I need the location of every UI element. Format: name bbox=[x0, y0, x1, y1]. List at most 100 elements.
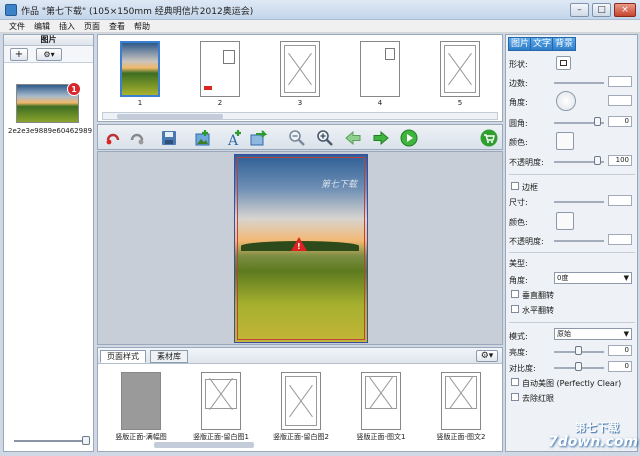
menu-edit[interactable]: 编辑 bbox=[34, 21, 50, 32]
round-input[interactable]: 0 bbox=[608, 116, 632, 127]
materials-scrollbar[interactable] bbox=[154, 442, 254, 448]
border-color-swatch[interactable] bbox=[556, 212, 574, 230]
color-label: 颜色: bbox=[509, 138, 528, 147]
replace-icon[interactable] bbox=[250, 129, 268, 147]
image-panel-toolbar: + ⚙▾ bbox=[4, 46, 93, 63]
red-eye-checkbox[interactable] bbox=[511, 393, 519, 401]
tab-background[interactable]: 背景 bbox=[552, 37, 577, 51]
page-strip: 1 2 3 4 5 bbox=[97, 34, 503, 122]
page-number: 4 bbox=[377, 99, 383, 107]
page-strip-scroll-thumb[interactable] bbox=[117, 114, 223, 119]
contrast-label: 对比度: bbox=[509, 364, 536, 373]
sides-slider[interactable] bbox=[554, 82, 604, 84]
page-thumb-2[interactable] bbox=[200, 41, 240, 97]
effect-label: 美型: bbox=[509, 259, 528, 268]
materials-gear-icon[interactable]: ⚙▾ bbox=[476, 350, 498, 362]
page-thumb-4[interactable] bbox=[360, 41, 400, 97]
page-number: 5 bbox=[457, 99, 463, 107]
menu-view[interactable]: 查看 bbox=[109, 21, 125, 32]
undo-icon[interactable] bbox=[104, 129, 122, 147]
postcard-page[interactable]: 第七下载 ! bbox=[234, 154, 368, 343]
mode-dropdown[interactable]: 原始 ▼ bbox=[554, 328, 632, 340]
menu-insert[interactable]: 插入 bbox=[59, 21, 75, 32]
main-toolbar: A bbox=[97, 124, 503, 150]
auto-beautify-label: 自动美图 (Perfectly Clear) bbox=[522, 379, 622, 388]
flip-vertical-checkbox[interactable] bbox=[511, 290, 519, 298]
angle-dial[interactable] bbox=[556, 91, 576, 111]
style-full-image[interactable] bbox=[121, 372, 161, 430]
minimize-button[interactable]: – bbox=[570, 3, 589, 17]
next-icon[interactable] bbox=[372, 129, 390, 147]
thumbnail-size-slider[interactable] bbox=[14, 440, 86, 442]
menu-help[interactable]: 帮助 bbox=[134, 21, 150, 32]
maximize-button[interactable]: □ bbox=[592, 3, 611, 17]
flip-horizontal-checkbox[interactable] bbox=[511, 305, 519, 313]
round-knob[interactable] bbox=[594, 117, 601, 126]
menu-file[interactable]: 文件 bbox=[9, 21, 25, 32]
image-filename: 2e2e3e9889e604629897... bbox=[8, 127, 92, 135]
zoom-out-icon[interactable] bbox=[288, 129, 306, 147]
round-label: 圆角: bbox=[509, 119, 528, 128]
add-image-button[interactable]: + bbox=[10, 48, 28, 61]
tab-text[interactable]: 文字 bbox=[530, 37, 555, 51]
border-checkbox[interactable] bbox=[511, 182, 519, 190]
properties-panel: 图片 文字 背景 形状: 边数: 角度: 圆角: 0 颜色: 不透明度: 100… bbox=[505, 34, 638, 452]
opacity-knob[interactable] bbox=[594, 156, 601, 165]
tab-material-library[interactable]: 素材库 bbox=[150, 350, 188, 363]
divider bbox=[509, 322, 635, 323]
flip-vertical-label: 垂直翻转 bbox=[522, 291, 554, 300]
brightness-label: 亮度: bbox=[509, 348, 528, 357]
style-margin-2[interactable] bbox=[281, 372, 321, 430]
page-thumb-1[interactable] bbox=[120, 41, 160, 97]
play-icon[interactable] bbox=[400, 129, 418, 147]
page-thumb-3[interactable] bbox=[280, 41, 320, 97]
brand-logo-text: 第七下载 bbox=[575, 421, 619, 434]
tab-image[interactable]: 图片 bbox=[508, 37, 533, 51]
thumbnail-size-knob[interactable] bbox=[82, 436, 90, 445]
prev-icon[interactable] bbox=[344, 129, 362, 147]
brightness-input[interactable]: 0 bbox=[608, 345, 632, 356]
menu-page[interactable]: 页面 bbox=[84, 21, 100, 32]
page-number: 1 bbox=[137, 99, 143, 107]
border-opacity-input[interactable] bbox=[608, 234, 632, 245]
style-label: 竖版正面-留白图1 bbox=[193, 433, 249, 441]
style-margin-1[interactable] bbox=[201, 372, 241, 430]
style-label: 竖版正面-图文2 bbox=[436, 433, 486, 441]
border-opacity-slider[interactable] bbox=[554, 240, 604, 242]
save-icon[interactable] bbox=[160, 129, 178, 147]
sides-input[interactable] bbox=[608, 76, 632, 87]
add-image-icon[interactable] bbox=[194, 129, 212, 147]
auto-beautify-checkbox[interactable] bbox=[511, 378, 519, 386]
shape-square-button[interactable] bbox=[556, 56, 571, 70]
style-text-2[interactable] bbox=[441, 372, 481, 430]
page-number: 3 bbox=[297, 99, 303, 107]
angle-input[interactable] bbox=[608, 95, 632, 106]
contrast-knob[interactable] bbox=[575, 362, 582, 371]
zoom-in-icon[interactable] bbox=[316, 129, 334, 147]
style-text-1[interactable] bbox=[361, 372, 401, 430]
border-size-input[interactable] bbox=[608, 195, 632, 206]
close-button[interactable]: × bbox=[614, 3, 636, 17]
image-panel: 图片 + ⚙▾ 1 2e2e3e9889e604629897... bbox=[3, 34, 94, 452]
border-size-slider[interactable] bbox=[554, 201, 604, 203]
rotate-dropdown[interactable]: 0度 ▼ bbox=[554, 272, 632, 284]
rotate-value: 0度 bbox=[557, 274, 569, 282]
image-options-button[interactable]: ⚙▾ bbox=[36, 48, 62, 61]
add-text-icon[interactable]: A bbox=[226, 129, 244, 147]
tab-page-style[interactable]: 页面样式 bbox=[100, 350, 146, 363]
border-opacity-label: 不透明度: bbox=[509, 237, 544, 246]
opacity-input[interactable]: 100 bbox=[608, 155, 632, 166]
menu-bar: 文件 编辑 插入 页面 查看 帮助 bbox=[0, 20, 640, 33]
materials-panel: 页面样式 素材库 ⚙▾ 竖版正面-满幅图 竖版正面-留白图1 竖版正面-留白图2… bbox=[97, 347, 503, 452]
cart-icon[interactable] bbox=[480, 129, 498, 147]
page-thumb-5[interactable] bbox=[440, 41, 480, 97]
mode-value: 原始 bbox=[557, 330, 571, 338]
brightness-knob[interactable] bbox=[575, 346, 582, 355]
page-strip-scrollbar[interactable] bbox=[102, 112, 498, 120]
chevron-down-icon: ▼ bbox=[623, 330, 629, 338]
style-label: 竖版正面-图文1 bbox=[356, 433, 406, 441]
fill-color-swatch[interactable] bbox=[556, 132, 574, 150]
divider bbox=[509, 174, 635, 175]
redo-icon[interactable] bbox=[128, 129, 146, 147]
contrast-input[interactable]: 0 bbox=[608, 361, 632, 372]
